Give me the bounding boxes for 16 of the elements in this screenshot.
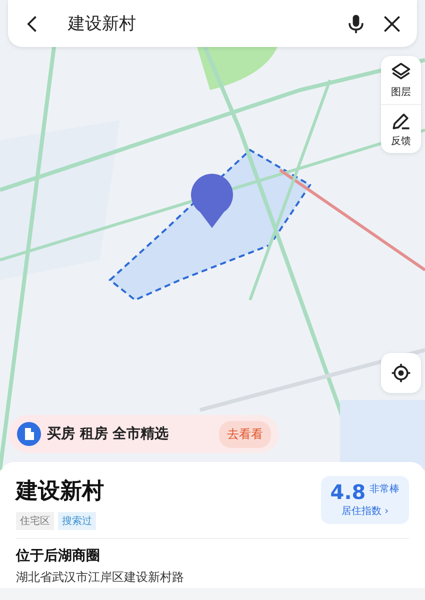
- score-value: 4.8: [330, 482, 366, 502]
- score-rating: 非常棒: [370, 482, 400, 496]
- tag: 搜索过: [58, 512, 96, 530]
- building-icon: [17, 422, 41, 446]
- map-tool-button[interactable]: 反馈: [381, 104, 421, 153]
- locate-button[interactable]: [381, 353, 421, 393]
- score-label: 居住指数 ›: [341, 504, 389, 518]
- banner-text: 买房 租房 全市精选: [47, 425, 170, 443]
- business-area: 位于后湖商圈: [16, 547, 409, 565]
- search-field[interactable]: 建设新村: [68, 12, 345, 35]
- promo-banner[interactable]: 买房 租房 全市精选 去看看: [9, 415, 279, 453]
- address: 湖北省武汉市江岸区建设新村路: [16, 569, 185, 586]
- map-tool-button[interactable]: 图层: [381, 56, 421, 104]
- tag: 住宅区: [16, 512, 54, 530]
- place-name: 建设新村: [16, 478, 104, 506]
- locate-icon: [390, 362, 412, 384]
